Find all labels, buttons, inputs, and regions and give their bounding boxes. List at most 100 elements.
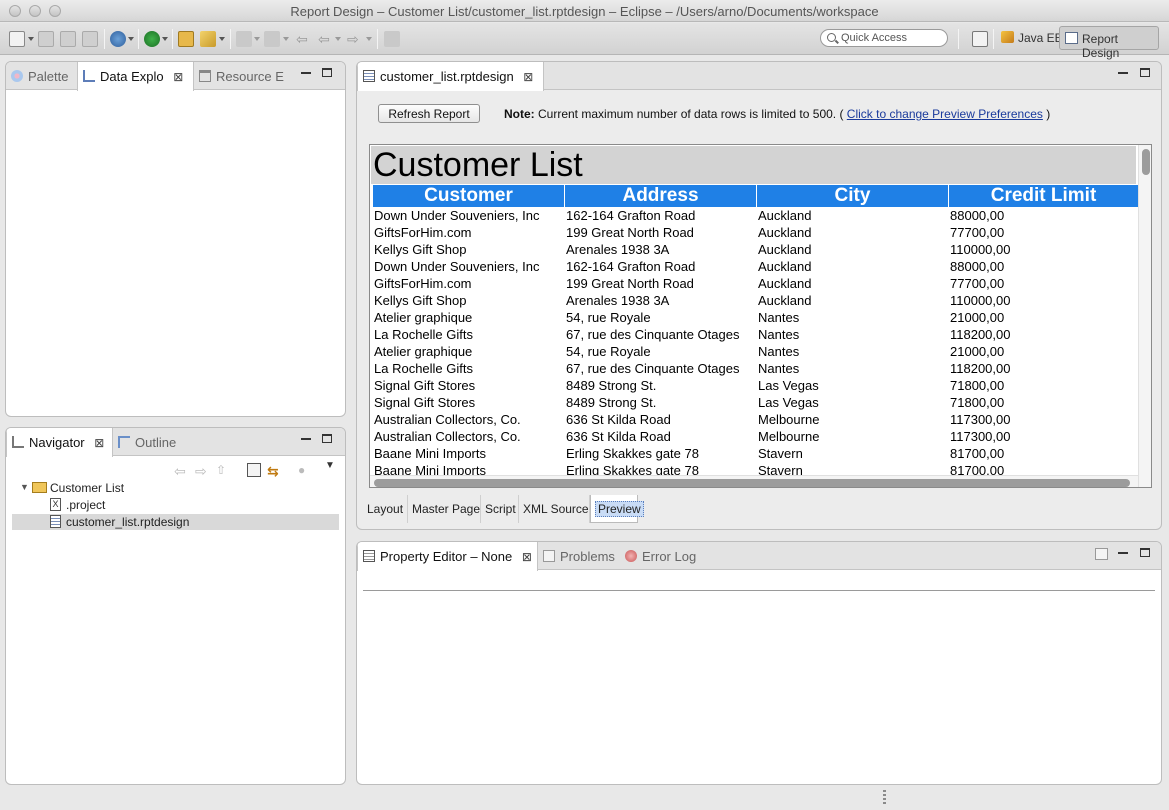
table-cell: 110000,00 [950,293,1011,308]
window-title: Report Design – Customer List/customer_l… [290,4,879,19]
table-cell: 21000,00 [950,310,1005,325]
new-dropdown-icon[interactable] [28,37,34,41]
tab-palette[interactable]: Palette [6,62,77,90]
refresh-report-button[interactable]: Refresh Report [378,104,480,123]
pencil-dropdown-icon[interactable] [219,37,225,41]
collapse-all-icon[interactable] [247,463,261,477]
tab-xml-source[interactable]: XML Source [519,495,590,523]
preview-preferences-link[interactable]: Click to change Preview Preferences [847,107,1043,121]
report-file-icon [50,515,61,528]
search-icon [827,33,836,42]
tab-preview[interactable]: Preview [590,495,644,523]
table-cell: Nantes [758,310,800,325]
navigator-tabstrip: Navigator ⊠ Outline [6,428,345,457]
properties-view-icon[interactable] [1095,548,1108,560]
tree-item-project-file[interactable]: X .project [12,497,339,513]
table-cell: 199 Great North Road [566,276,694,291]
table-cell: 88000,00 [950,208,1005,223]
tree-item-label: Customer List [50,481,125,495]
minimize-icon[interactable] [1118,72,1128,74]
close-icon[interactable]: ⊠ [523,70,533,84]
new-icon[interactable] [9,31,25,47]
status-bar-grip[interactable] [883,790,886,804]
table-row: Atelier graphique 54, rue Royale Nantes 210… [373,343,1138,360]
tab-property-editor-label: Property Editor – None [380,549,513,564]
maximize-icon[interactable] [322,68,332,77]
tab-navigator[interactable]: Navigator ⊠ [6,428,113,457]
table-row: Kellys Gift Shop Arenales 1938 3A Auckland… [373,292,1138,309]
table-cell: Auckland [758,242,812,257]
note-end: ) [1042,107,1051,121]
tree-item-rptdesign-file[interactable]: customer_list.rptdesign [12,514,339,530]
table-cell: Kellys Gift Shop [374,293,467,308]
table-cell: Auckland [758,276,812,291]
table-row: Kellys Gift Shop Arenales 1938 3A Auckland… [373,241,1138,258]
pencil-icon[interactable] [200,31,216,47]
maximize-icon[interactable] [1140,68,1150,77]
problems-icon [543,550,555,562]
tree-item-customer-list[interactable]: ▼ Customer List [12,480,339,496]
vertical-scrollbar[interactable] [1138,145,1151,487]
column-header-city: City [757,185,948,207]
java-ee-perspective-button[interactable]: Java EE [996,26,1067,50]
table-cell: 54, rue Royale [566,344,651,359]
tab-problems[interactable]: Problems [538,542,620,570]
table-row: Australian Collectors, Co. 636 St Kilda R… [373,428,1138,445]
run-icon[interactable] [144,31,160,47]
tab-outline-label: Outline [135,435,177,450]
maximize-icon[interactable] [322,434,332,443]
report-file-icon [363,70,375,82]
minimize-icon[interactable] [1118,552,1128,554]
tab-layout-label: Layout [367,502,404,516]
table-row: Signal Gift Stores 8489 Strong St. Las Veg… [373,394,1138,411]
table-cell: 21000,00 [950,344,1005,359]
view-menu-icon[interactable]: ▼ [325,460,339,474]
vertical-scroll-thumb[interactable] [1142,149,1150,175]
tab-layout[interactable]: Layout [363,495,408,523]
table-cell: La Rochelle Gifts [374,327,473,342]
tab-error-log[interactable]: Error Log [620,542,706,570]
horizontal-scroll-thumb[interactable] [374,479,1130,487]
web-browser-icon[interactable] [110,31,126,47]
editor-tab-label: customer_list.rptdesign [380,69,514,84]
tab-resource-explorer[interactable]: Resource E [194,62,290,90]
report-preview-frame[interactable]: Customer List Customer Address City Cred… [369,144,1152,488]
table-row: La Rochelle Gifts 67, rue des Cinquante O… [373,326,1138,343]
table-cell: 71800,00 [950,378,1005,393]
minimize-icon[interactable] [301,438,311,440]
navigator-icon [12,436,24,448]
close-icon[interactable]: ⊠ [94,436,104,450]
web-dropdown-icon[interactable] [128,37,134,41]
previous-annotation-icon [264,31,280,47]
table-cell: 77700,00 [950,276,1005,291]
report-design-perspective-button[interactable]: Report Design [1059,26,1159,60]
tab-script[interactable]: Script [481,495,519,523]
open-folder-icon[interactable] [178,31,194,47]
link-with-editor-icon[interactable]: ⇆ [267,463,281,479]
tab-customer-list-rptdesign[interactable]: customer_list.rptdesign ⊠ [357,62,544,91]
minimize-icon[interactable] [301,72,311,74]
tab-outline[interactable]: Outline [113,428,195,456]
table-cell: La Rochelle Gifts [374,361,473,376]
table-row: La Rochelle Gifts 67, rue des Cinquante O… [373,360,1138,377]
horizontal-scrollbar[interactable] [370,475,1138,487]
expand-arrow-icon[interactable]: ▼ [20,482,29,492]
java-ee-label: Java EE [1018,31,1063,45]
tab-property-editor[interactable]: Property Editor – None ⊠ [357,542,538,571]
tab-data-explorer[interactable]: Data Explo ⊠ [77,62,194,91]
palette-icon [11,70,23,82]
open-perspective-icon[interactable] [972,31,988,47]
table-cell: Erling Skakkes gate 78 [566,446,699,461]
run-dropdown-icon[interactable] [162,37,168,41]
close-icon[interactable]: ⊠ [522,550,532,564]
tab-master-page[interactable]: Master Page [408,495,481,523]
save-all-icon [60,31,76,47]
close-icon[interactable]: ⊠ [173,70,183,84]
quick-access-input[interactable]: Quick Access [820,29,948,47]
forward-dropdown-icon [366,37,372,41]
table-cell: 636 St Kilda Road [566,429,671,444]
quick-access-placeholder: Quick Access [841,32,908,44]
forward-icon: ⇨ [347,31,359,47]
maximize-icon[interactable] [1140,548,1150,557]
table-cell: 636 St Kilda Road [566,412,671,427]
